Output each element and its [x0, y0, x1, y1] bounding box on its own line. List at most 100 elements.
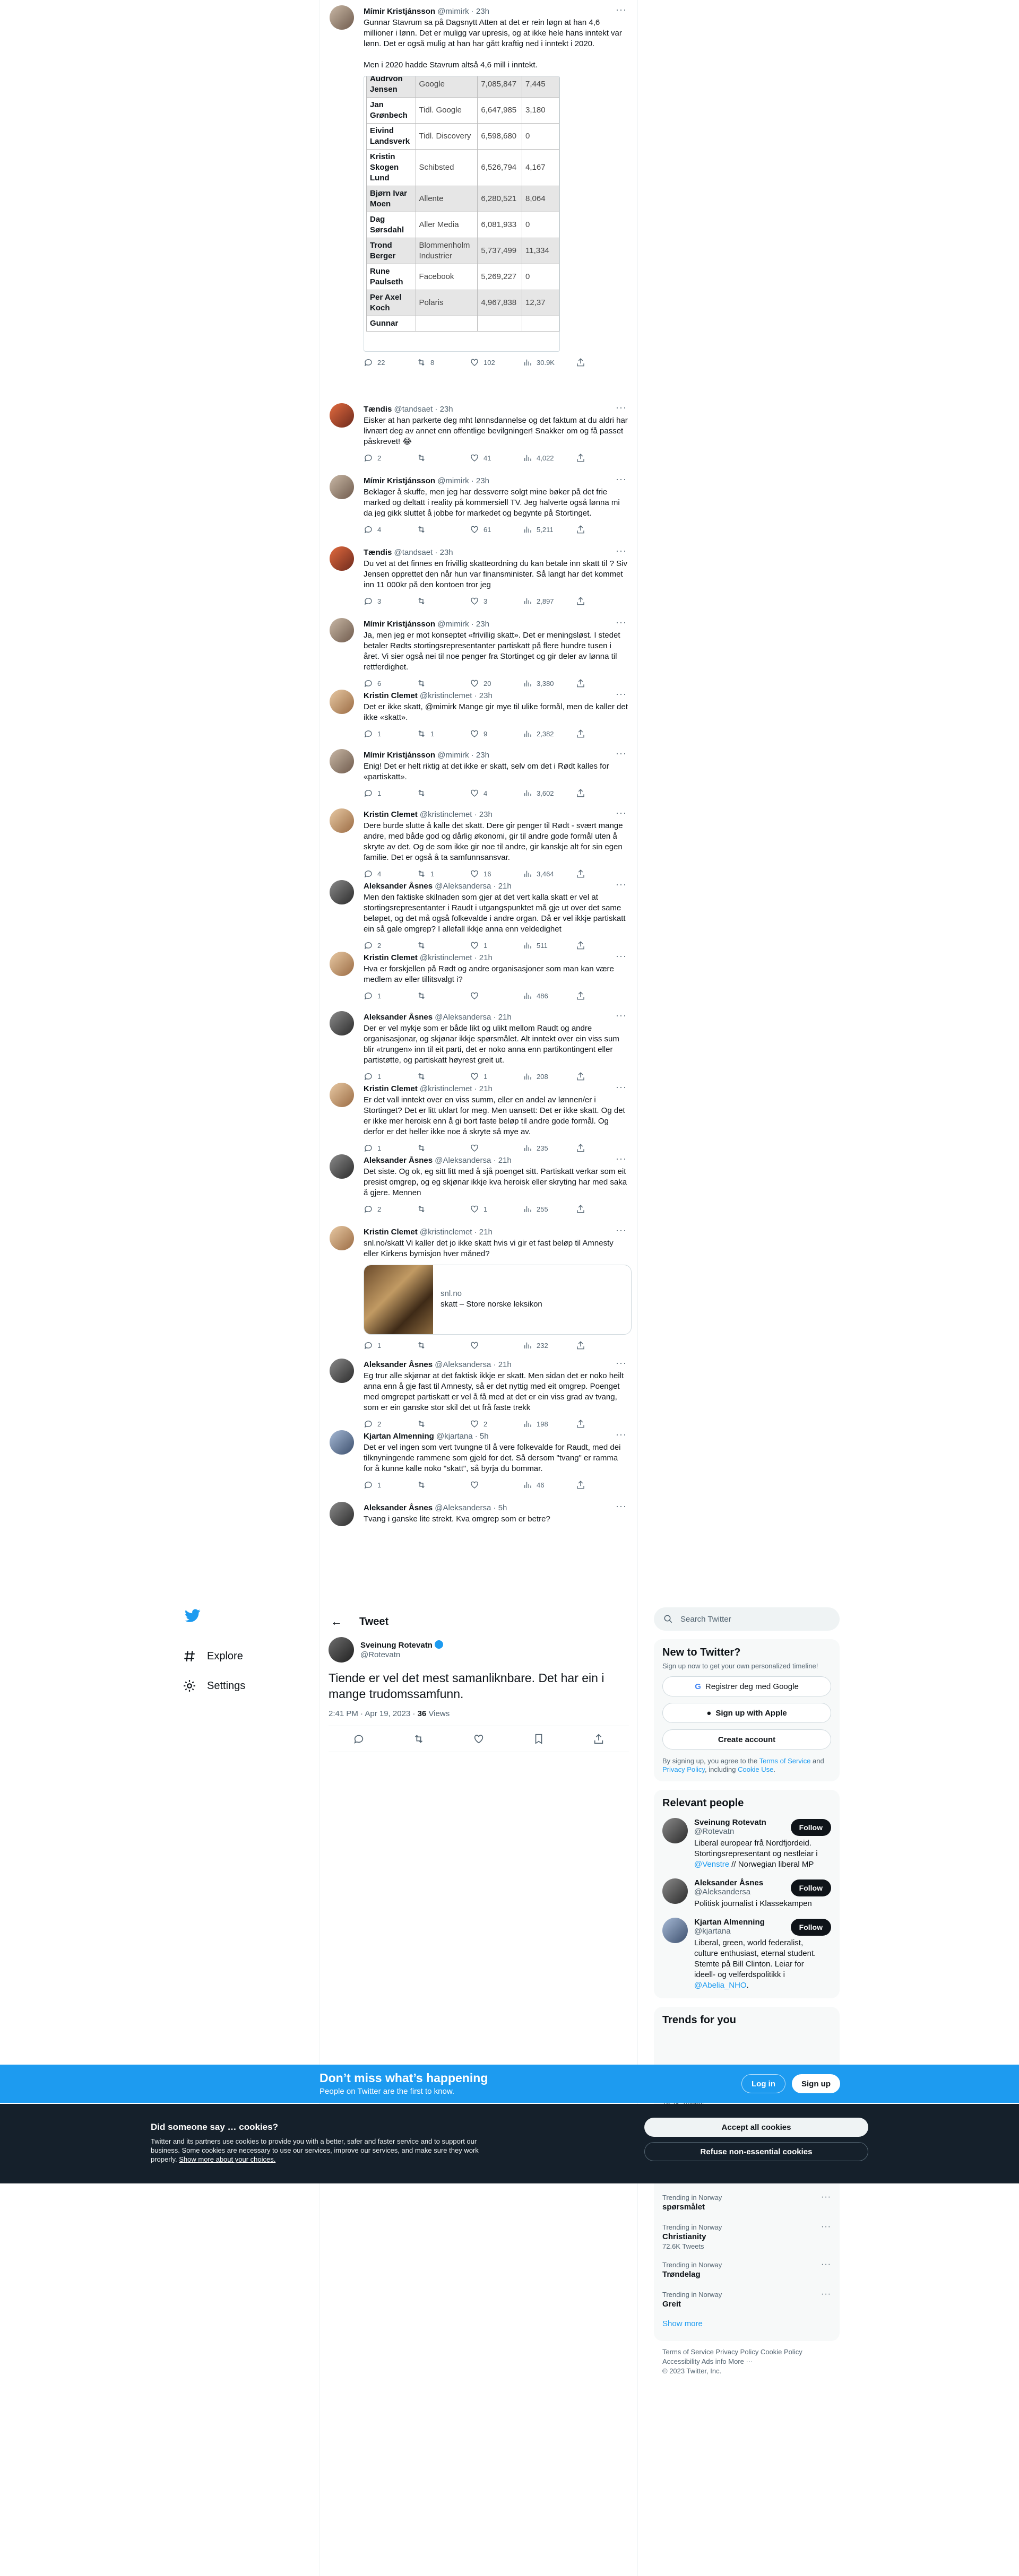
reply-tweet[interactable]: ··· Kristin Clemet @kristinclemet · 21h … [320, 1077, 637, 1152]
share-button[interactable] [576, 596, 629, 606]
avatar[interactable] [330, 1083, 354, 1107]
follow-button[interactable]: Follow [790, 1819, 831, 1836]
person-card[interactable]: Sveinung Rotevatn @Rotevatn Liberal europe… [662, 1818, 831, 1870]
author-name[interactable]: Kristin Clemet [364, 953, 418, 962]
refuse-cookies-button[interactable]: Refuse non-essential cookies [644, 2142, 868, 2161]
link-card[interactable]: snl.no skatt – Store norske leksikon [364, 1265, 632, 1335]
like-button[interactable]: 61 [470, 525, 523, 534]
author-name[interactable]: Aleksander Åsnes [364, 882, 433, 891]
signup-button[interactable]: Sign up [792, 2074, 840, 2093]
more-options-icon[interactable]: ··· [616, 474, 627, 485]
more-options-icon[interactable]: ··· [821, 2222, 831, 2232]
reply-button[interactable]: 1 [364, 788, 417, 798]
retweet-button[interactable] [417, 1341, 470, 1350]
reply-button[interactable]: 4 [364, 525, 417, 534]
retweet-button[interactable] [417, 596, 470, 606]
author-handle[interactable]: @Aleksandersa · 21h [435, 1360, 511, 1369]
reply-tweet[interactable]: ··· Aleksander Åsnes @Aleksandersa · 5h … [320, 1496, 637, 1526]
author-name[interactable]: Mímir Kristjánsson [364, 751, 435, 760]
author-handle[interactable]: @mimirk · 23h [437, 751, 489, 760]
avatar[interactable] [330, 952, 354, 976]
author-name[interactable]: Kristin Clemet [364, 1084, 418, 1093]
avatar[interactable] [329, 1637, 354, 1663]
more-options-icon[interactable]: ··· [821, 2290, 831, 2299]
retweet-button[interactable] [417, 1204, 470, 1214]
views-button[interactable]: 46 [523, 1480, 576, 1490]
retweet-icon[interactable] [413, 1733, 425, 1745]
avatar[interactable] [330, 546, 354, 571]
reply-tweet[interactable]: ··· Tændis @tandsaet · 23h Du vet at det… [320, 541, 637, 613]
avatar[interactable] [330, 1502, 354, 1526]
share-button[interactable] [576, 358, 629, 367]
trend-item[interactable]: Trending in Norway Trøndelag ··· [662, 2255, 831, 2284]
avatar[interactable] [662, 1878, 688, 1904]
twitter-logo-icon[interactable] [183, 1607, 310, 1641]
avatar[interactable] [330, 618, 354, 642]
author-handle[interactable]: @kjartana · 5h [436, 1432, 489, 1441]
author-handle[interactable]: @mimirk · 23h [437, 7, 489, 16]
avatar[interactable] [330, 403, 354, 428]
like-heart-icon[interactable] [473, 1733, 485, 1745]
author-handle[interactable]: @kristinclemet · 21h [420, 1084, 493, 1093]
like-button[interactable] [470, 991, 523, 1000]
author-handle[interactable]: @Aleksandersa · 5h [435, 1503, 507, 1512]
avatar[interactable] [330, 5, 354, 30]
avatar[interactable] [330, 749, 354, 773]
share-button[interactable] [576, 453, 629, 463]
reply-tweet[interactable]: ··· Kjartan Almenning @kjartana · 5h Det… [320, 1425, 637, 1496]
footer-links[interactable]: Accessibility Ads info More ··· [662, 2357, 831, 2366]
author-handle[interactable]: @kristinclemet · 21h [420, 953, 493, 962]
share-icon[interactable] [593, 1733, 605, 1745]
share-button[interactable] [576, 729, 629, 738]
reply-tweet[interactable]: ··· Kristin Clemet @kristinclemet · 21h … [320, 946, 637, 1006]
like-button[interactable] [470, 1341, 523, 1350]
reply-tweet[interactable]: ··· Mímir Kristjánsson @mimirk · 23h Eni… [320, 744, 637, 803]
reply-button[interactable]: 3 [364, 596, 417, 606]
reply-tweet[interactable]: ··· Aleksander Åsnes @Aleksandersa · 21h… [320, 1353, 637, 1428]
author-name[interactable]: Mímir Kristjánsson [364, 476, 435, 485]
share-button[interactable] [576, 1204, 629, 1214]
reply-tweet[interactable]: ··· Kristin Clemet @kristinclemet · 23h … [320, 684, 637, 744]
reply-tweet[interactable]: ··· Aleksander Åsnes @Aleksandersa · 21h… [320, 1149, 637, 1221]
reply-button[interactable]: 1 [364, 1341, 417, 1350]
author-name[interactable]: Aleksander Åsnes [364, 1156, 433, 1165]
author-name[interactable]: Aleksander Åsnes [364, 1503, 433, 1512]
like-button[interactable]: 4 [470, 788, 523, 798]
more-options-icon[interactable]: ··· [616, 951, 627, 962]
person-card[interactable]: Kjartan Almenning @kjartana Liberal, green… [662, 1918, 831, 1991]
create-account-button[interactable]: Create account [662, 1729, 831, 1750]
more-options-icon[interactable]: ··· [821, 2192, 831, 2202]
nav-settings[interactable]: Settings [183, 1671, 310, 1701]
more-options-icon[interactable]: ··· [616, 402, 627, 413]
reply-tweet[interactable]: ··· Mímir Kristjánsson @mimirk · 23h Ja,… [320, 613, 637, 687]
share-button[interactable] [576, 525, 629, 534]
more-options-icon[interactable]: ··· [616, 1225, 627, 1236]
author-name[interactable]: Kjartan Almenning [364, 1432, 434, 1441]
google-signup-button[interactable]: G Registrer deg med Google [662, 1676, 831, 1696]
avatar[interactable] [330, 475, 354, 499]
author-name[interactable]: Aleksander Åsnes [364, 1013, 433, 1022]
tweet-timestamp[interactable]: 2:41 PM · Apr 19, 2023 · [329, 1709, 418, 1718]
author-handle[interactable]: @mimirk · 23h [437, 476, 489, 485]
back-arrow-icon[interactable]: ← [331, 1615, 342, 1629]
terms-link[interactable]: Terms of Service [759, 1757, 811, 1765]
reply-button[interactable]: 1 [364, 991, 417, 1000]
more-options-icon[interactable]: ··· [616, 748, 627, 759]
avatar[interactable] [330, 808, 354, 833]
reply-tweet[interactable]: ··· Mímir Kristjánsson @mimirk · 23h Gun… [320, 0, 637, 398]
like-button[interactable]: 9 [470, 729, 523, 738]
share-button[interactable] [576, 991, 629, 1000]
avatar[interactable] [330, 1154, 354, 1179]
apple-signup-button[interactable]: ● Sign up with Apple [662, 1703, 831, 1723]
author-name[interactable]: Tændis [364, 405, 392, 414]
more-options-icon[interactable]: ··· [616, 1153, 627, 1164]
follow-button[interactable]: Follow [790, 1919, 831, 1936]
reply-tweet[interactable]: ··· Kristin Clemet @kristinclemet · 23h … [320, 803, 637, 878]
reply-button[interactable]: 2 [364, 1204, 417, 1214]
more-options-icon[interactable]: ··· [616, 1082, 627, 1093]
reply-button[interactable]: 1 [364, 1480, 417, 1490]
embedded-table-image[interactable]: Audrvon Jensen Google 7,085,847 7,445 Jan Gr… [364, 76, 560, 352]
author-handle[interactable]: @kristinclemet · 23h [420, 691, 493, 700]
more-options-icon[interactable]: ··· [616, 545, 627, 556]
search-input[interactable]: Search Twitter [654, 1607, 840, 1631]
